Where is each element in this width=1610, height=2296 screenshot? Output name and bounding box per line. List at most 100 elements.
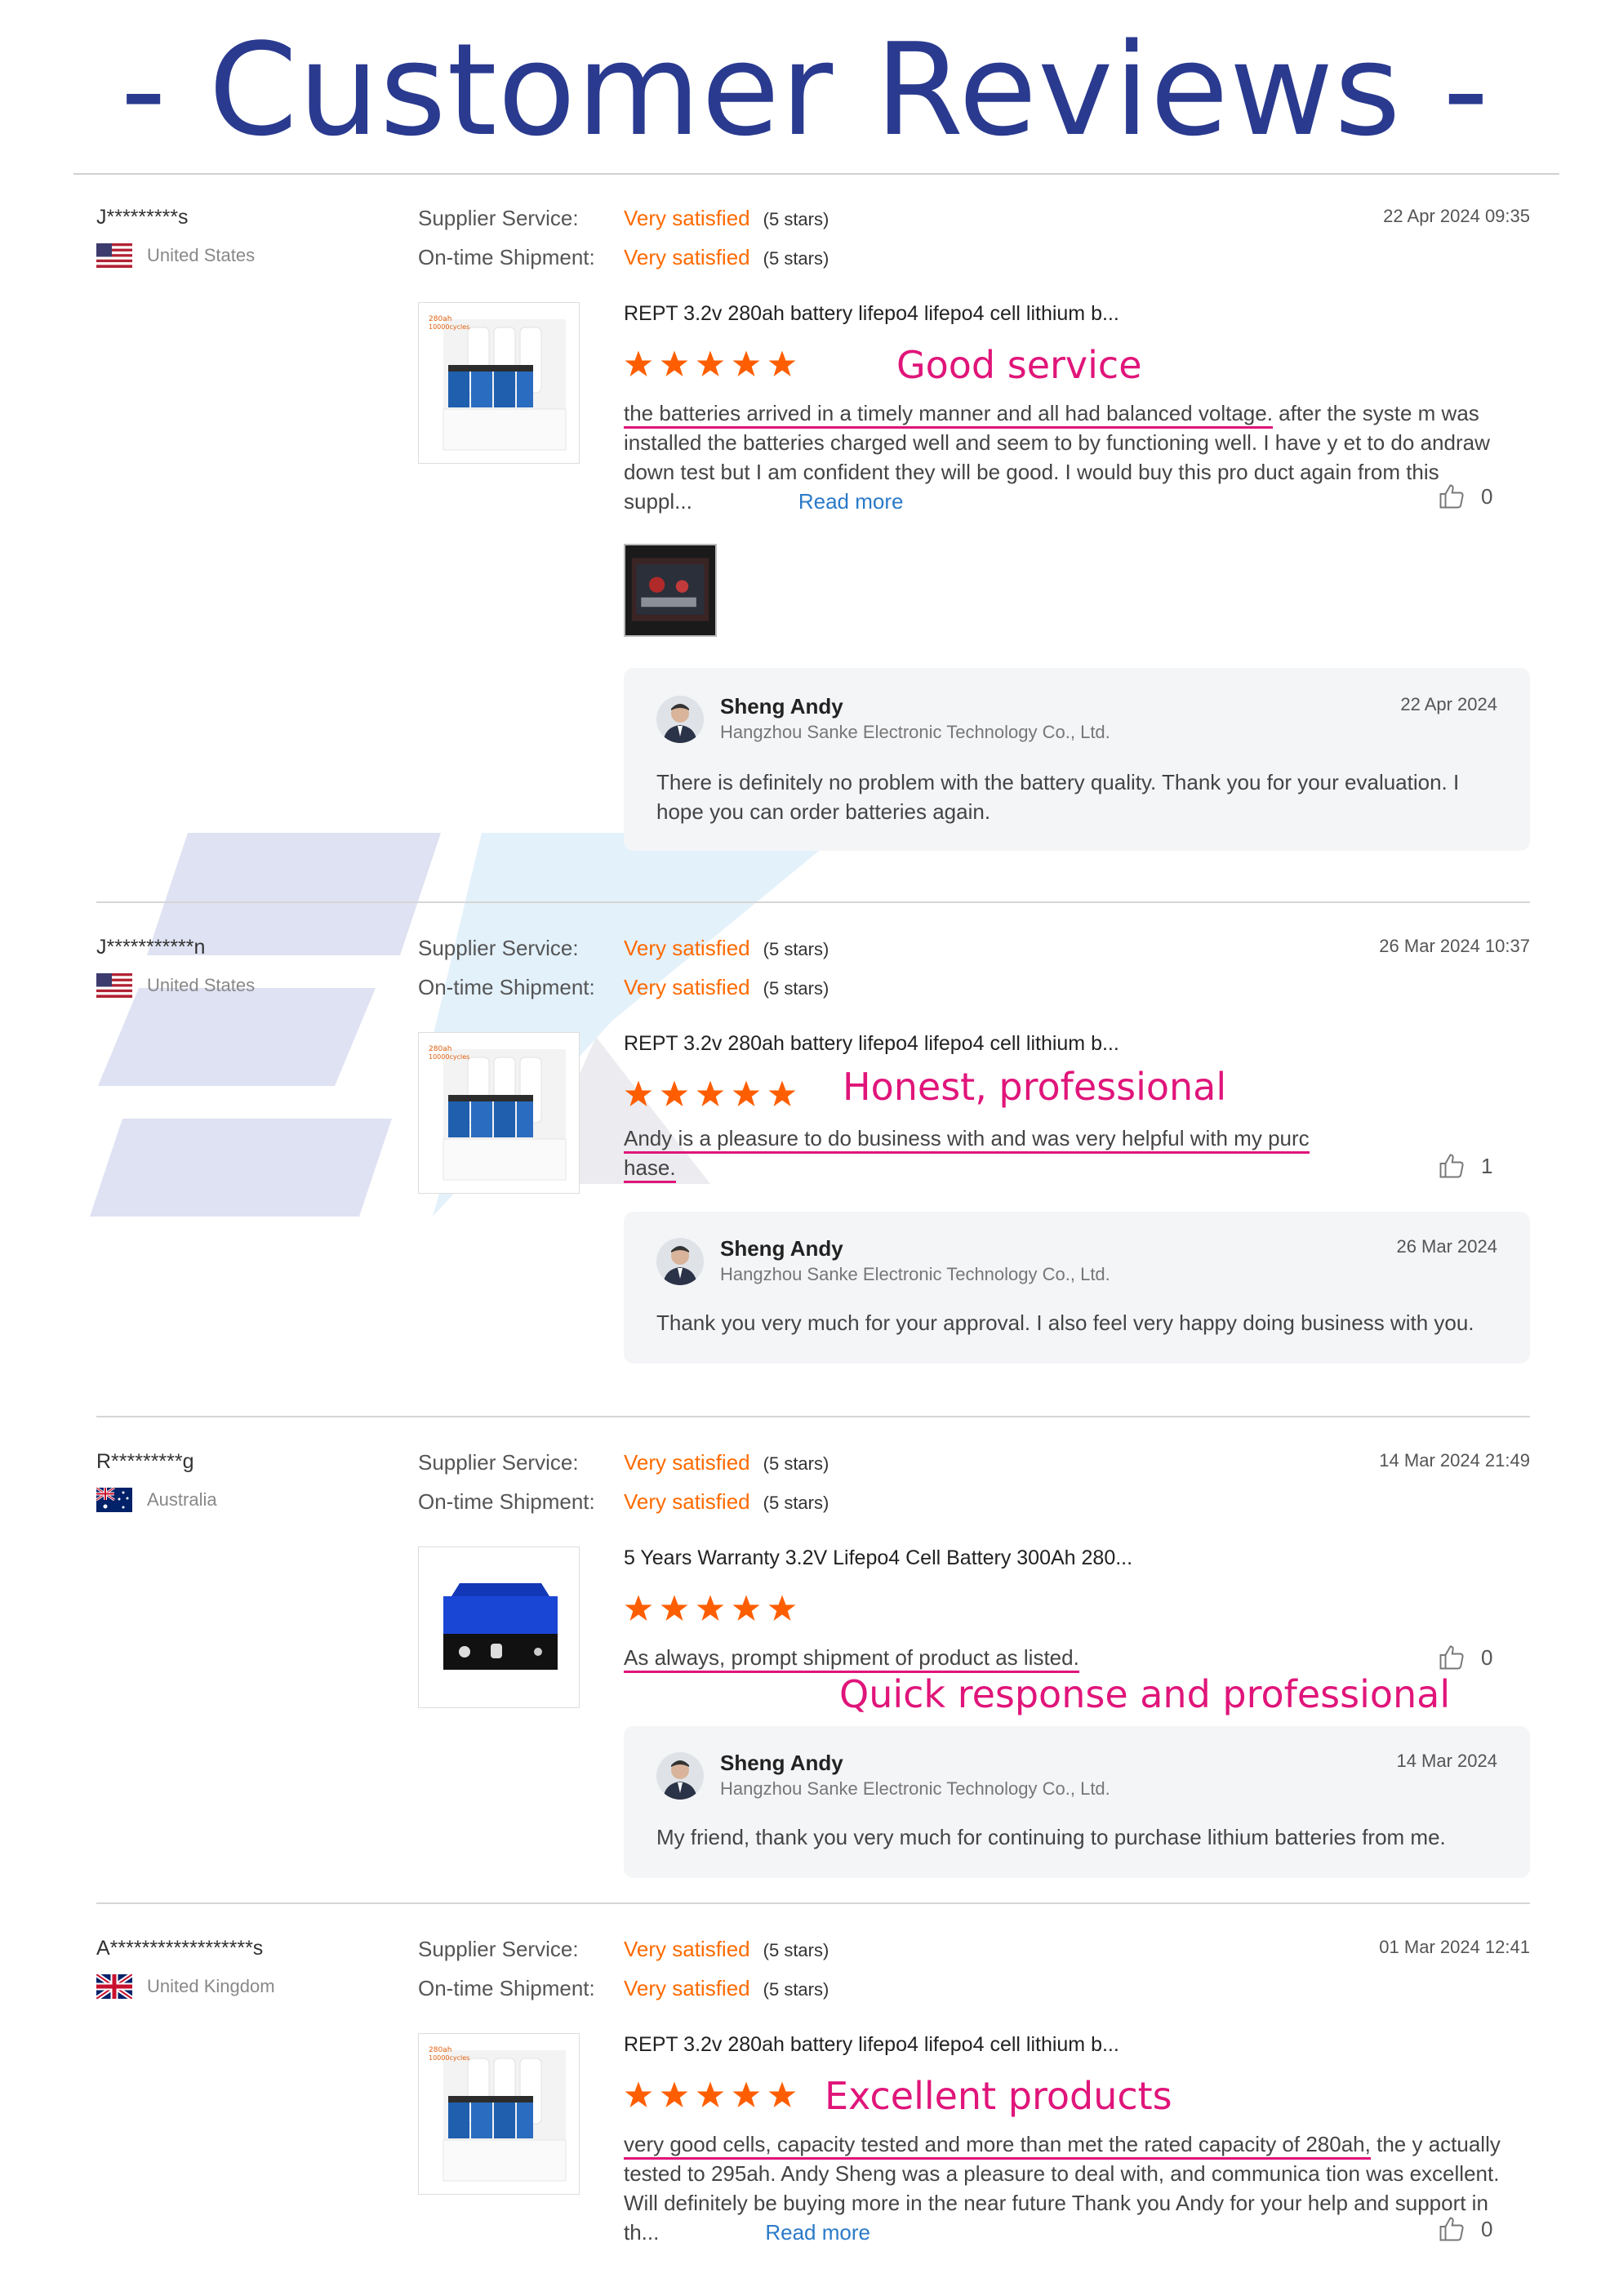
star-icon bbox=[732, 1080, 760, 1106]
country-label: United States bbox=[147, 975, 256, 995]
reviewer-name: J***********n bbox=[96, 936, 206, 959]
svg-text:280ah: 280ah bbox=[429, 2046, 451, 2054]
shipment-rating: On-time Shipment: Very satisfied (5 star… bbox=[418, 1976, 829, 2001]
star-rating bbox=[624, 1079, 797, 1109]
avatar bbox=[656, 1752, 704, 1800]
review-date: 26 Mar 2024 10:37 bbox=[1379, 936, 1530, 956]
highlight-annotation: Quick response and professional bbox=[839, 1672, 1451, 1716]
review-text-highlighted: very good cells, capacity tested and mor… bbox=[624, 2132, 1371, 2160]
product-image[interactable]: 280ah 10000cycles bbox=[418, 302, 580, 464]
shipment-value: Very satisfied bbox=[624, 1976, 750, 2000]
highlight-annotation: Excellent products bbox=[825, 2074, 1172, 2118]
star-icon bbox=[768, 1595, 796, 1621]
us-flag-icon bbox=[96, 973, 132, 998]
reply-company: Hangzhou Sanke Electronic Technology Co.… bbox=[720, 722, 1110, 742]
star-icon bbox=[768, 2081, 796, 2107]
product-title-link[interactable]: REPT 3.2v 280ah battery lifepo4 lifepo4 … bbox=[624, 1032, 1119, 1056]
uk-flag-icon bbox=[96, 1974, 132, 1999]
us-flag-icon bbox=[96, 243, 132, 268]
review-card: A******************s United Kingdom Supp… bbox=[96, 1937, 1530, 2296]
supplier-service-label: Supplier Service: bbox=[418, 1937, 579, 1961]
like-count: 1 bbox=[1481, 1153, 1493, 1178]
star-icon bbox=[696, 350, 724, 376]
reviewer-country: Australia bbox=[96, 1488, 217, 1512]
product-title-link[interactable]: 5 Years Warranty 3.2V Lifepo4 Cell Batte… bbox=[624, 1546, 1132, 1570]
like-button[interactable]: 1 bbox=[1437, 1151, 1492, 1181]
country-label: United States bbox=[147, 245, 256, 265]
reply-date: 26 Mar 2024 bbox=[1396, 1236, 1497, 1257]
title-divider bbox=[73, 173, 1559, 175]
star-icon bbox=[660, 1080, 688, 1106]
au-flag-icon bbox=[96, 1488, 132, 1512]
read-more-link[interactable]: Read more bbox=[798, 489, 904, 514]
shipment-stars: (5 stars) bbox=[763, 1493, 829, 1513]
star-icon bbox=[732, 1595, 760, 1621]
avatar bbox=[656, 1238, 704, 1285]
seller-reply: Sheng Andy Hangzhou Sanke Electronic Tec… bbox=[624, 1212, 1530, 1364]
review-text: Andy is a pleasure to do business with a… bbox=[624, 1124, 1538, 1183]
product-title-link[interactable]: REPT 3.2v 280ah battery lifepo4 lifepo4 … bbox=[624, 302, 1119, 326]
review-card: J*********s United States Supplier Servi… bbox=[96, 206, 1530, 859]
product-image[interactable]: 280ah 10000cycles bbox=[418, 1032, 580, 1194]
reply-company: Hangzhou Sanke Electronic Technology Co.… bbox=[720, 1264, 1110, 1284]
supplier-service-value: Very satisfied bbox=[624, 1937, 750, 1961]
supplier-service-stars: (5 stars) bbox=[763, 1940, 829, 1960]
supplier-service-label: Supplier Service: bbox=[418, 206, 579, 230]
star-icon bbox=[660, 2081, 688, 2107]
review-photo-thumbnail[interactable] bbox=[624, 544, 717, 637]
thumbs-up-icon bbox=[1439, 1645, 1464, 1670]
like-count: 0 bbox=[1481, 483, 1493, 509]
star-icon bbox=[696, 1595, 724, 1621]
reply-text: There is definitely no problem with the … bbox=[656, 770, 1460, 824]
review-divider bbox=[96, 901, 1530, 903]
review-text-highlighted: As always, prompt shipment of product as… bbox=[624, 1645, 1079, 1673]
thumbs-up-icon bbox=[1439, 1154, 1464, 1178]
star-rating bbox=[624, 2080, 797, 2110]
review-text: the batteries arrived in a timely manner… bbox=[624, 398, 1538, 516]
review-divider bbox=[96, 1902, 1530, 1904]
svg-text:10000cycles: 10000cycles bbox=[429, 2054, 469, 2062]
avatar bbox=[656, 696, 704, 743]
star-icon bbox=[768, 1080, 796, 1106]
like-button[interactable]: 0 bbox=[1437, 482, 1492, 511]
star-rating bbox=[624, 1594, 797, 1623]
country-label: Australia bbox=[147, 1489, 217, 1510]
product-image[interactable] bbox=[418, 1546, 580, 1708]
supplier-service-value: Very satisfied bbox=[624, 936, 750, 960]
like-button[interactable]: 0 bbox=[1437, 1643, 1492, 1672]
supplier-service-rating: Supplier Service: Very satisfied (5 star… bbox=[418, 1937, 829, 1962]
shipment-rating: On-time Shipment: Very satisfied (5 star… bbox=[418, 975, 829, 1000]
reviewer-name: J*********s bbox=[96, 206, 189, 229]
review-divider bbox=[96, 1416, 1530, 1417]
reviewer-name: A******************s bbox=[96, 1937, 264, 1960]
supplier-service-rating: Supplier Service: Very satisfied (5 star… bbox=[418, 206, 829, 231]
review-text: As always, prompt shipment of product as… bbox=[624, 1643, 1538, 1673]
supplier-service-stars: (5 stars) bbox=[763, 209, 829, 229]
seller-reply: Sheng Andy Hangzhou Sanke Electronic Tec… bbox=[624, 668, 1530, 851]
reply-author-name: Sheng Andy bbox=[720, 694, 843, 719]
thumbs-up-icon bbox=[1439, 2217, 1464, 2241]
star-icon bbox=[625, 1595, 652, 1621]
highlight-annotation: Good service bbox=[896, 343, 1142, 387]
reviewer-name: R*********g bbox=[96, 1450, 194, 1473]
star-icon bbox=[660, 1595, 688, 1621]
reply-author-name: Sheng Andy bbox=[720, 1236, 843, 1261]
shipment-label: On-time Shipment: bbox=[418, 245, 595, 269]
read-more-link[interactable]: Read more bbox=[765, 2220, 870, 2245]
supplier-service-stars: (5 stars) bbox=[763, 939, 829, 959]
shipment-stars: (5 stars) bbox=[763, 1979, 829, 2000]
shipment-value: Very satisfied bbox=[624, 245, 750, 269]
shipment-value: Very satisfied bbox=[624, 1489, 750, 1514]
star-icon bbox=[625, 350, 652, 376]
shipment-value: Very satisfied bbox=[624, 975, 750, 999]
product-image[interactable]: 280ah 10000cycles bbox=[418, 2033, 580, 2195]
page-title: - Customer Reviews - bbox=[120, 16, 1490, 164]
reply-date: 22 Apr 2024 bbox=[1400, 694, 1497, 714]
thumbs-up-icon bbox=[1439, 484, 1464, 509]
product-title-link[interactable]: REPT 3.2v 280ah battery lifepo4 lifepo4 … bbox=[624, 2033, 1119, 2057]
shipment-rating: On-time Shipment: Very satisfied (5 star… bbox=[418, 245, 829, 270]
like-button[interactable]: 0 bbox=[1437, 2214, 1492, 2244]
reviewer-country: United Kingdom bbox=[96, 1974, 275, 1999]
supplier-service-rating: Supplier Service: Very satisfied (5 star… bbox=[418, 1450, 829, 1475]
svg-text:10000cycles: 10000cycles bbox=[429, 1053, 469, 1061]
